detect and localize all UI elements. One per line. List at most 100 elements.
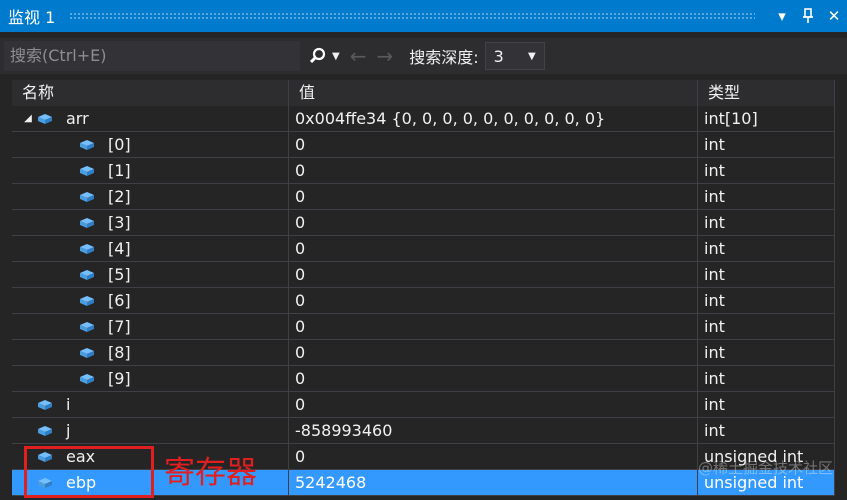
watch-value[interactable]: 0 [289,158,698,183]
watch-name-cell[interactable]: [5] [12,262,289,287]
watch-name: [2] [108,187,131,206]
watch-row[interactable]: [1] 0 int [12,158,835,184]
watch-name-cell[interactable]: [3] [12,210,289,235]
watch-type: int [698,314,835,339]
watch-value[interactable]: 0x004ffe34 {0, 0, 0, 0, 0, 0, 0, 0, 0, 0… [289,106,698,131]
watch-grid: 名称 值 类型 ◢ arr 0x004ffe34 {0, 0, 0, 0, 0, 0… [12,80,835,496]
watch-type: int [698,366,835,391]
watch-row[interactable]: j -858993460 int [12,418,835,444]
column-header-type[interactable]: 类型 [698,80,835,106]
close-icon[interactable]: ✕ [821,0,847,32]
watch-value[interactable]: 0 [289,184,698,209]
watch-type: int [698,236,835,261]
watch-row[interactable]: [2] 0 int [12,184,835,210]
grid-rows: ◢ arr 0x004ffe34 {0, 0, 0, 0, 0, 0, 0, 0, … [12,106,835,496]
watch-value[interactable]: -858993460 [289,418,698,443]
watch-row[interactable]: [6] 0 int [12,288,835,314]
watch-name: [8] [108,343,131,362]
variable-icon [76,217,98,229]
search-bar: 搜索(Ctrl+E) ▼ ← → 搜索深度: 3 ▼ [0,38,847,74]
watch-name: [6] [108,291,131,310]
variable-icon [76,373,98,385]
chevron-down-icon[interactable]: ▾ [769,0,795,32]
watch-type: int[10] [698,106,835,131]
watch-value[interactable]: 0 [289,236,698,261]
watch-value[interactable]: 0 [289,262,698,287]
watch-name-cell[interactable]: [1] [12,158,289,183]
watch-row[interactable]: ◢ arr 0x004ffe34 {0, 0, 0, 0, 0, 0, 0, 0, … [12,106,835,132]
watch-name-cell[interactable]: [9] [12,366,289,391]
watch-name: [7] [108,317,131,336]
title-grip[interactable] [69,12,755,20]
watch-name-cell[interactable]: [4] [12,236,289,261]
watch-row[interactable]: [3] 0 int [12,210,835,236]
watch-value[interactable]: 0 [289,210,698,235]
watch-row[interactable]: [4] 0 int [12,236,835,262]
watch-value[interactable]: 0 [289,444,698,469]
watch-type: int [698,418,835,443]
pin-icon[interactable] [795,0,821,32]
watch-type: int [698,132,835,157]
search-depth-select[interactable]: 3 ▼ [484,42,545,70]
variable-icon [76,165,98,177]
chevron-down-icon: ▼ [527,50,536,62]
watch-type: int [698,340,835,365]
watch-type: int [698,288,835,313]
watermark: @稀土掘金技术社区 [697,459,833,477]
variable-icon [76,295,98,307]
watch-value[interactable]: 0 [289,132,698,157]
grid-header: 名称 值 类型 [12,80,835,106]
watch-name-cell[interactable]: [2] [12,184,289,209]
variable-icon [76,191,98,203]
watch-name: arr [66,109,89,128]
variable-icon [76,243,98,255]
watch-row[interactable]: [7] 0 int [12,314,835,340]
variable-icon [34,425,56,437]
watch-name: [0] [108,135,131,154]
watch-row[interactable]: [8] 0 int [12,340,835,366]
watch-name-cell[interactable]: [8] [12,340,289,365]
variable-icon [76,139,98,151]
watch-name: j [66,421,71,440]
watch-value[interactable]: 0 [289,366,698,391]
watch-name: [5] [108,265,131,284]
watch-name-cell[interactable]: j [12,418,289,443]
search-options-dropdown[interactable]: ▼ [332,51,340,62]
title-bar: 监视 1 ▾ ✕ [0,0,847,32]
watch-row[interactable]: [0] 0 int [12,132,835,158]
watch-row[interactable]: i 0 int [12,392,835,418]
search-input[interactable]: 搜索(Ctrl+E) [4,41,300,71]
watch-row[interactable]: [5] 0 int [12,262,835,288]
watch-name-cell[interactable]: [6] [12,288,289,313]
search-depth-value: 3 [493,46,504,66]
back-arrow-icon[interactable]: ← [350,44,367,68]
variable-icon [76,321,98,333]
watch-type: int [698,210,835,235]
watch-name: [3] [108,213,131,232]
variable-icon [76,269,98,281]
watch-name-cell[interactable]: [7] [12,314,289,339]
watch-value[interactable]: 0 [289,314,698,339]
watch-name-cell[interactable]: ◢ arr [12,106,289,131]
watch-value[interactable]: 0 [289,392,698,417]
column-header-value[interactable]: 值 [289,80,698,106]
watch-value[interactable]: 5242468 [289,470,698,495]
collapse-arrow-icon[interactable]: ◢ [22,106,34,131]
forward-arrow-icon[interactable]: → [376,44,393,68]
watch-name-cell[interactable]: [0] [12,132,289,157]
column-header-name[interactable]: 名称 [12,80,289,106]
watch-name: [9] [108,369,131,388]
watch-name: [4] [108,239,131,258]
variable-icon [34,399,56,411]
window-title: 监视 1 [8,8,56,27]
variable-icon [34,113,56,125]
watch-value[interactable]: 0 [289,340,698,365]
annotation-label: 寄存器 [164,455,257,491]
search-icon[interactable] [306,47,330,65]
watch-value[interactable]: 0 [289,288,698,313]
watch-type: int [698,392,835,417]
watch-row[interactable]: [9] 0 int [12,366,835,392]
watch-name: i [66,395,71,414]
watch-type: int [698,184,835,209]
watch-name-cell[interactable]: i [12,392,289,417]
